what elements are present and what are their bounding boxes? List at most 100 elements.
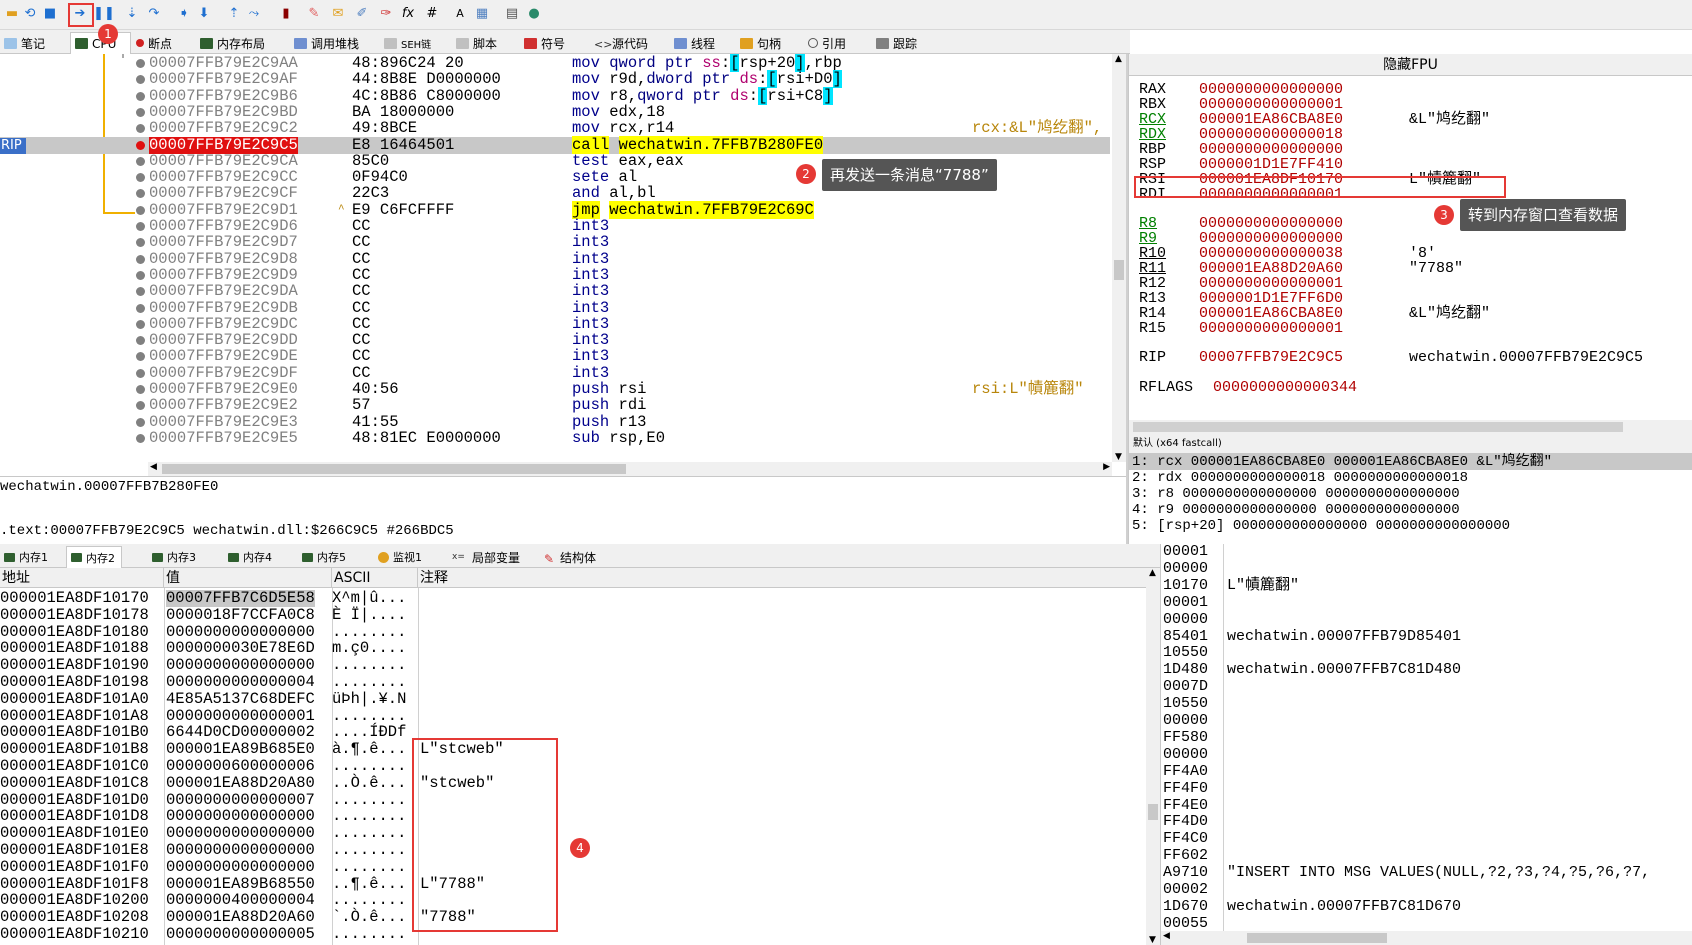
disasm-row[interactable]: 00007FFB79E2C9E5 48:81EC E0000000 sub rsp,… bbox=[0, 429, 1110, 447]
tab-source[interactable]: <> 源代码 bbox=[594, 32, 648, 54]
hscroll-thumb[interactable] bbox=[1247, 933, 1387, 943]
dump-row[interactable]: 000001EA8DF101D8 0000000000000000........ bbox=[0, 808, 1146, 825]
disasm-row[interactable]: 00007FFB79E2C9E2 57 push rdi bbox=[0, 397, 1110, 414]
stack-row[interactable]: 10170 L"幘簏翻" bbox=[1161, 577, 1692, 594]
patch-icon[interactable]: ✎ bbox=[306, 6, 322, 22]
dump-header-address[interactable]: 地址 bbox=[0, 568, 164, 588]
breakpoint-dot-icon[interactable] bbox=[136, 205, 145, 215]
stack-row[interactable]: FF602 bbox=[1161, 847, 1692, 864]
trace-over-icon[interactable]: ⬇ bbox=[196, 6, 212, 22]
dump-header-comment[interactable]: 注释 bbox=[418, 568, 1146, 588]
stack-row[interactable]: 00001 bbox=[1161, 544, 1692, 560]
breakpoint-dot-icon[interactable] bbox=[136, 222, 145, 231]
tab-breakpoints[interactable]: 断点 bbox=[136, 32, 172, 54]
registers-panel[interactable]: 隐藏FPU RAX 0000000000000000 RBX 000000000000… bbox=[1128, 54, 1692, 434]
breakpoint-dot-icon[interactable] bbox=[136, 368, 145, 378]
dump-row[interactable]: 000001EA8DF10210 0000000000000005........ bbox=[0, 926, 1146, 943]
label-icon[interactable]: ✐ bbox=[354, 6, 370, 22]
argument-row[interactable]: 5: [rsp+20] 0000000000000000 00000000000… bbox=[1129, 518, 1692, 534]
dump-header-ascii[interactable]: ASCII bbox=[332, 568, 418, 588]
stop-icon[interactable]: ■ bbox=[42, 6, 58, 22]
breakpoint-dot-icon[interactable] bbox=[136, 107, 145, 117]
stack-row[interactable]: 10550 bbox=[1161, 644, 1692, 661]
dump-row[interactable]: 000001EA8DF10180 0000000000000000........ bbox=[0, 623, 1146, 641]
stack-row[interactable]: FF580 bbox=[1161, 729, 1692, 746]
scroll-right-arrow-icon[interactable]: ▶ bbox=[1103, 462, 1110, 472]
stack-row[interactable]: 00001 bbox=[1161, 594, 1692, 611]
disasm-row[interactable]: 00007FFB79E2C9D7 CC int3 bbox=[0, 234, 1110, 251]
dump-row[interactable]: 000001EA8DF10208 000001EA88D20A60 `.Ò.ê...… bbox=[0, 909, 1146, 926]
breakpoint-dot-icon[interactable] bbox=[136, 401, 145, 411]
dump-row[interactable]: 000001EA8DF101C0 0000000600000006........ bbox=[0, 758, 1146, 775]
breakpoint-dot-icon[interactable] bbox=[136, 173, 145, 183]
stack-row[interactable]: FF4C0 bbox=[1161, 830, 1692, 847]
tab-seh-chain[interactable]: SEH链 bbox=[384, 32, 431, 54]
trace-into-icon[interactable]: ➧ bbox=[176, 6, 192, 22]
tab-memory-1[interactable]: 内存1 bbox=[4, 546, 48, 568]
dump-row[interactable]: 000001EA8DF101A8 0000000000000001........ bbox=[0, 707, 1146, 725]
scroll-thumb[interactable] bbox=[1148, 804, 1158, 820]
dump-row[interactable]: 000001EA8DF101F0 0000000000000000........ bbox=[0, 858, 1146, 876]
breakpoint-dot-icon[interactable] bbox=[136, 91, 145, 101]
open-folder-icon[interactable]: ▬ bbox=[4, 6, 20, 22]
calling-convention-header[interactable]: 默认 (x64 fastcall) bbox=[1129, 434, 1692, 454]
memory-dump[interactable]: 地址 值 ASCII 注释 000001EA8DF10170 00007FFB7C… bbox=[0, 568, 1146, 945]
tab-notes[interactable]: 笔记 bbox=[4, 32, 45, 54]
tab-references[interactable]: 引用 bbox=[808, 32, 846, 54]
disasm-row[interactable]: 00007FFB79E2C9DE CC int3 bbox=[0, 348, 1110, 365]
dump-row[interactable]: 000001EA8DF10190 0000000000000000........ bbox=[0, 657, 1146, 674]
restart-icon[interactable]: ⟲ bbox=[22, 6, 38, 22]
stack-row[interactable]: 0007D bbox=[1161, 678, 1692, 695]
tab-memory-3[interactable]: 内存3 bbox=[152, 546, 196, 568]
graph-icon[interactable]: ▦ bbox=[474, 6, 490, 22]
stack-row[interactable]: 85401 wechatwin.00007FFB79D85401 bbox=[1161, 628, 1692, 645]
breakpoint-dot-icon[interactable] bbox=[136, 433, 145, 443]
font-icon[interactable]: A bbox=[452, 6, 468, 22]
stack-row[interactable]: FF4A0 bbox=[1161, 763, 1692, 780]
breakpoint-dot-icon[interactable] bbox=[136, 270, 145, 280]
register-hscroll-thumb[interactable] bbox=[1133, 422, 1623, 432]
disasm-row[interactable]: 00007FFB79E2C9C5 E8 16464501 call wechatwi… bbox=[0, 135, 1110, 154]
call-arguments-panel[interactable]: 默认 (x64 fastcall) 1: rcx 000001EA86CBA8E… bbox=[1128, 434, 1692, 544]
breakpoint-dot-icon[interactable] bbox=[136, 385, 145, 394]
breakpoint-dot-icon[interactable] bbox=[136, 124, 145, 134]
globe-icon[interactable]: ● bbox=[526, 6, 542, 22]
dump-row[interactable]: 000001EA8DF101B0 6644D0CD00000002 ....ÍÐDf bbox=[0, 724, 1146, 741]
breakpoint-dot-icon[interactable] bbox=[136, 336, 145, 346]
stack-row[interactable]: 1D480 wechatwin.00007FFB7C81D480 bbox=[1161, 661, 1692, 678]
breakpoint-dot-icon[interactable] bbox=[136, 319, 145, 329]
breakpoint-dot-icon[interactable] bbox=[136, 417, 145, 427]
scroll-up-arrow-icon[interactable]: ▲ bbox=[1149, 568, 1156, 578]
tab-symbols[interactable]: 符号 bbox=[524, 32, 565, 54]
bookmark-icon[interactable]: ✑ bbox=[378, 6, 394, 22]
stack-row[interactable]: 00000 bbox=[1161, 611, 1692, 628]
dump-vscroll[interactable]: ▲ ▼ bbox=[1146, 568, 1160, 945]
breakpoint-dot-icon[interactable] bbox=[136, 59, 145, 68]
stack-row[interactable]: 00000 bbox=[1161, 746, 1692, 763]
tab-memory-map[interactable]: 内存布局 bbox=[200, 32, 265, 54]
breakpoint-dot-icon[interactable] bbox=[136, 189, 145, 199]
scroll-left-arrow-icon[interactable]: ◀ bbox=[150, 462, 157, 472]
tab-memory-4[interactable]: 内存4 bbox=[228, 546, 272, 568]
stack-row[interactable]: 00002 bbox=[1161, 881, 1692, 898]
tab-trace[interactable]: 跟踪 bbox=[876, 32, 917, 54]
dump-row[interactable]: 000001EA8DF101D0 0000000000000007........ bbox=[0, 791, 1146, 809]
dump-row[interactable]: 000001EA8DF101A0 4E85A5137C68DEFC üÞh|.¥.N bbox=[0, 690, 1146, 708]
tab-watch-1[interactable]: 监视1 bbox=[378, 546, 422, 568]
tab-call-stack[interactable]: 调用堆栈 bbox=[294, 32, 359, 54]
step-over-icon[interactable]: ↷ bbox=[146, 6, 162, 22]
scroll-left-arrow-icon[interactable]: ◀ bbox=[1163, 931, 1170, 941]
calculator-icon[interactable]: ▤ bbox=[504, 6, 520, 22]
tab-handles[interactable]: 句柄 bbox=[740, 32, 781, 54]
breakpoint-dot-icon[interactable] bbox=[136, 254, 145, 264]
breakpoint-dot-icon[interactable] bbox=[136, 303, 145, 313]
stack-row[interactable]: FF4D0 bbox=[1161, 813, 1692, 830]
dump-row[interactable]: 000001EA8DF10200 0000000400000004........ bbox=[0, 892, 1146, 909]
scroll-up-arrow-icon[interactable]: ▲ bbox=[1115, 54, 1122, 64]
scroll-thumb[interactable] bbox=[1114, 260, 1124, 280]
stack-hscroll[interactable]: ◀ bbox=[1161, 931, 1692, 945]
argument-row[interactable]: 1: rcx 000001EA86CBA8E0 000001EA86CBA8E0… bbox=[1129, 454, 1692, 470]
disasm-row[interactable]: 00007FFB79E2C9C2 49:8BCE mov rcx,r14 rcx:&L… bbox=[0, 120, 1110, 137]
breakpoint-dot-icon[interactable] bbox=[136, 287, 145, 297]
tab-struct[interactable]: ✎ 结构体 bbox=[544, 546, 596, 568]
